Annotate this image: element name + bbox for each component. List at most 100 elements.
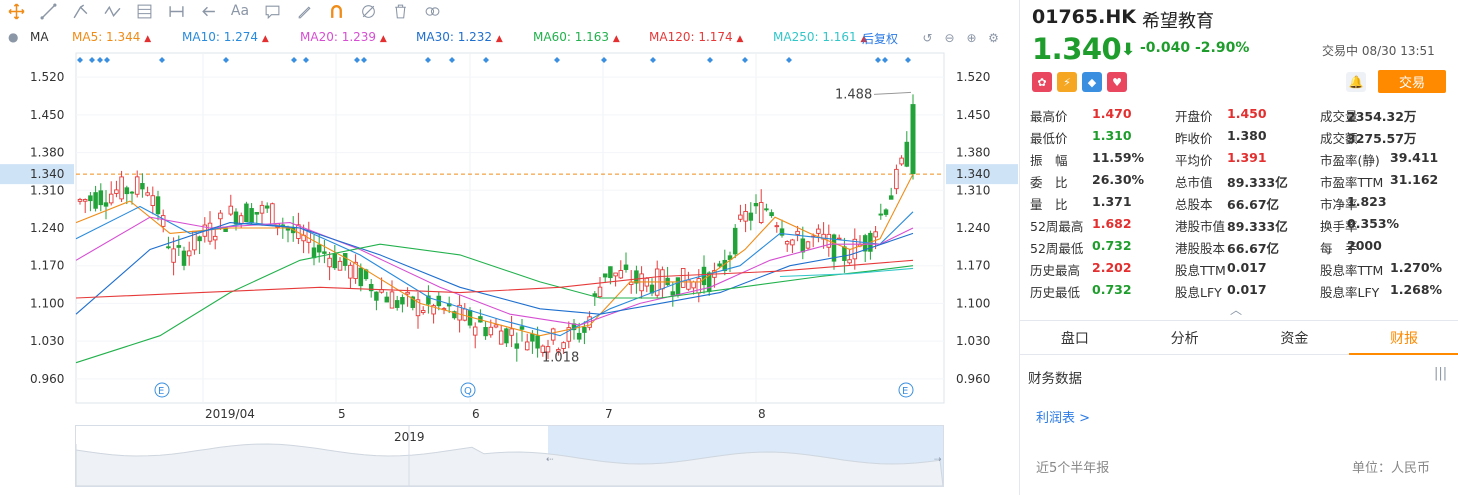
- current-price-label: 1.340: [956, 167, 990, 181]
- alert-bell-icon[interactable]: 🔔: [1346, 72, 1366, 92]
- bar-chart-icon[interactable]: |||: [1434, 366, 1447, 381]
- candle-body: [186, 250, 192, 257]
- stat-row: 量 比 1.371 总股本 66.67亿 市净率 1.823: [1030, 194, 1455, 216]
- stat-row: 历史最低 0.732 股息LFY 0.017 股息率LFY 1.268%: [1030, 282, 1455, 304]
- tag-icon[interactable]: ◆: [1082, 72, 1102, 92]
- crosshair-icon[interactable]: [0, 1, 32, 21]
- candle-body: [119, 176, 124, 200]
- tab-3[interactable]: 资金: [1240, 321, 1350, 354]
- event-marker-label: E: [902, 386, 908, 397]
- fib-tool-icon[interactable]: [128, 1, 160, 21]
- candle-body: [238, 215, 244, 225]
- connect-icon[interactable]: ⚡: [1057, 72, 1077, 92]
- stat-value: 1.268%: [1390, 282, 1443, 297]
- fork-tool-icon[interactable]: [64, 1, 96, 21]
- stat-value: 0.017: [1227, 260, 1267, 275]
- stat-value: 89.333亿: [1227, 219, 1288, 234]
- stat-label: 最低价: [1030, 131, 1068, 146]
- candle-body: [530, 333, 535, 342]
- candle-body: [233, 211, 239, 225]
- candle-body: [348, 264, 353, 279]
- reset-icon[interactable]: ↺: [918, 28, 937, 47]
- comment-tool-icon[interactable]: [256, 1, 288, 21]
- hide-drawings-icon[interactable]: [352, 1, 384, 21]
- collapse-icon[interactable]: ●: [8, 30, 18, 44]
- candle-body: [77, 198, 83, 202]
- kline-chart[interactable]: 2019/04 5 6 7 8 1.520 1.520 1.450 1.450 1.380 1.38…: [0, 48, 1018, 425]
- candle-body: [316, 244, 322, 253]
- stat-value: 0.353%: [1347, 216, 1400, 231]
- stock-name: 希望教育: [1142, 11, 1214, 32]
- event-diamond-icon: [97, 57, 103, 63]
- measure-tool-icon[interactable]: [160, 1, 192, 21]
- drawing-toolbar: Aa: [0, 0, 1018, 22]
- stat-row: 52周最高 1.682 港股市值 89.333亿 换手率 0.353%: [1030, 216, 1455, 238]
- ma5-legend: MA5: 1.344 ▲: [72, 30, 152, 44]
- y-tick-label: 1.310: [956, 183, 990, 197]
- stat-label: 平均价: [1175, 153, 1213, 168]
- candle-body: [254, 211, 260, 215]
- ma-label[interactable]: MA: [30, 30, 49, 44]
- tab-4[interactable]: 财报: [1349, 321, 1458, 355]
- candle-body: [420, 310, 426, 314]
- favorite-heart-icon[interactable]: ♥: [1107, 72, 1127, 92]
- candle-body: [82, 199, 88, 202]
- candle-body: [764, 208, 769, 211]
- stat-value: 26.30%: [1092, 172, 1145, 187]
- stat-label: 港股市值: [1175, 219, 1226, 234]
- event-diamond-icon: [707, 57, 713, 63]
- price-change: -0.040 -2.90%: [1140, 40, 1250, 56]
- arrow-tool-icon[interactable]: [192, 1, 224, 21]
- candle-body: [670, 291, 676, 296]
- expand-chevron-icon[interactable]: ︿: [1230, 301, 1242, 318]
- ma20-line: [75, 216, 914, 326]
- candle-body: [899, 157, 904, 165]
- stat-value: 1.391: [1227, 150, 1267, 165]
- zoom-out-icon[interactable]: ⊖: [940, 28, 959, 47]
- candle-body: [790, 239, 795, 246]
- stat-label: 市盈率TTM: [1320, 175, 1384, 190]
- stat-value: 39.411: [1390, 150, 1439, 165]
- candle-body: [244, 203, 249, 223]
- trade-button[interactable]: 交易: [1378, 70, 1446, 93]
- adjust-button[interactable]: 后复权: [862, 30, 898, 47]
- range-navigator[interactable]: 2019 ⇠ ⇢: [75, 425, 944, 487]
- event-diamond-icon: [223, 57, 229, 63]
- magnet-icon[interactable]: [320, 1, 352, 21]
- trash-icon[interactable]: [384, 1, 416, 21]
- candle-body: [634, 270, 639, 284]
- candle-body: [212, 235, 218, 241]
- wave-tool-icon[interactable]: [96, 1, 128, 21]
- tab-1[interactable]: 盘口: [1020, 321, 1130, 354]
- candle-body: [883, 209, 889, 215]
- stat-label: 52周最高: [1030, 219, 1084, 234]
- candle-body: [264, 205, 270, 209]
- stat-value: 1.823: [1347, 194, 1387, 209]
- x-tick-label: 5: [338, 407, 346, 421]
- income-statement-link[interactable]: 利润表 >: [1036, 407, 1090, 426]
- candle-body: [176, 245, 182, 248]
- candle-body: [774, 225, 780, 228]
- navigator-handle-icon: ⇢: [934, 455, 942, 465]
- link-icon[interactable]: [416, 1, 448, 21]
- zoom-in-icon[interactable]: ⊕: [962, 28, 981, 47]
- stat-row: 最低价 1.310 昨收价 1.380 成交额 3275.57万: [1030, 128, 1455, 150]
- pencil-icon[interactable]: [288, 1, 320, 21]
- candle-body: [114, 189, 119, 194]
- candle-body: [509, 328, 514, 336]
- candle-body: [337, 260, 343, 271]
- stat-value: 1.270%: [1390, 260, 1443, 275]
- text-tool-icon[interactable]: Aa: [224, 1, 256, 21]
- event-diamond-icon: [905, 57, 911, 63]
- stat-label: 昨收价: [1175, 131, 1213, 146]
- stat-value: 1.310: [1092, 128, 1132, 143]
- candle-body: [675, 277, 681, 296]
- stat-label: 总股本: [1175, 197, 1213, 212]
- candle-body: [322, 251, 327, 254]
- candle-body: [394, 300, 400, 308]
- line-tool-icon[interactable]: [32, 1, 64, 21]
- settings-icon[interactable]: ⚙: [984, 28, 1003, 47]
- tab-2[interactable]: 分析: [1130, 321, 1240, 354]
- candle-body: [910, 104, 916, 175]
- y-tick-label: 1.520: [30, 70, 64, 84]
